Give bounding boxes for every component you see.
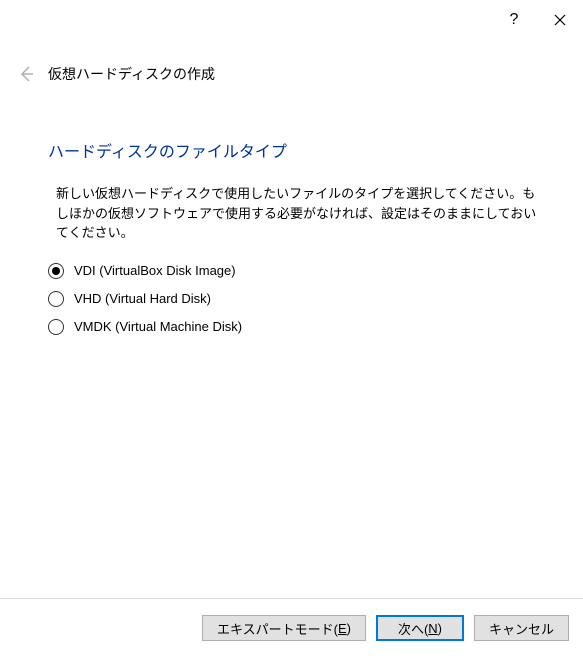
btn-mnemonic: N bbox=[428, 621, 437, 636]
radio-option-vmdk[interactable]: VMDK (Virtual Machine Disk) bbox=[48, 319, 543, 335]
back-button[interactable] bbox=[12, 60, 40, 88]
file-type-radio-group: VDI (VirtualBox Disk Image) VHD (Virtual… bbox=[48, 263, 543, 335]
btn-text: エキスパートモード( bbox=[217, 619, 338, 638]
button-bar: エキスパートモード(E) 次へ(N) キャンセル bbox=[202, 615, 569, 641]
help-button[interactable]: ? bbox=[491, 0, 537, 40]
section-heading: ハードディスクのファイルタイプ bbox=[48, 138, 543, 162]
radio-option-vdi[interactable]: VDI (VirtualBox Disk Image) bbox=[48, 263, 543, 279]
btn-text: ) bbox=[347, 621, 351, 636]
radio-icon bbox=[48, 263, 64, 279]
separator bbox=[0, 598, 583, 599]
content-area: ハードディスクのファイルタイプ 新しい仮想ハードディスクで使用したいファイルのタ… bbox=[0, 98, 583, 335]
back-arrow-icon bbox=[17, 65, 35, 83]
btn-text: ) bbox=[438, 621, 442, 636]
next-button[interactable]: 次へ(N) bbox=[376, 615, 464, 641]
titlebar: ? bbox=[0, 0, 583, 40]
radio-label: VHD (Virtual Hard Disk) bbox=[74, 291, 211, 306]
close-button[interactable] bbox=[537, 0, 583, 40]
section-description: 新しい仮想ハードディスクで使用したいファイルのタイプを選択してください。もしほか… bbox=[48, 184, 543, 243]
wizard-header: 仮想ハードディスクの作成 bbox=[0, 40, 583, 98]
radio-icon bbox=[48, 319, 64, 335]
radio-label: VDI (VirtualBox Disk Image) bbox=[74, 263, 236, 278]
wizard-title: 仮想ハードディスクの作成 bbox=[48, 64, 215, 84]
btn-mnemonic: E bbox=[338, 621, 347, 636]
btn-text: 次へ( bbox=[398, 619, 428, 638]
close-icon bbox=[554, 14, 566, 26]
cancel-button[interactable]: キャンセル bbox=[474, 615, 569, 641]
expert-mode-button[interactable]: エキスパートモード(E) bbox=[202, 615, 366, 641]
radio-icon bbox=[48, 291, 64, 307]
radio-option-vhd[interactable]: VHD (Virtual Hard Disk) bbox=[48, 291, 543, 307]
radio-label: VMDK (Virtual Machine Disk) bbox=[74, 319, 242, 334]
